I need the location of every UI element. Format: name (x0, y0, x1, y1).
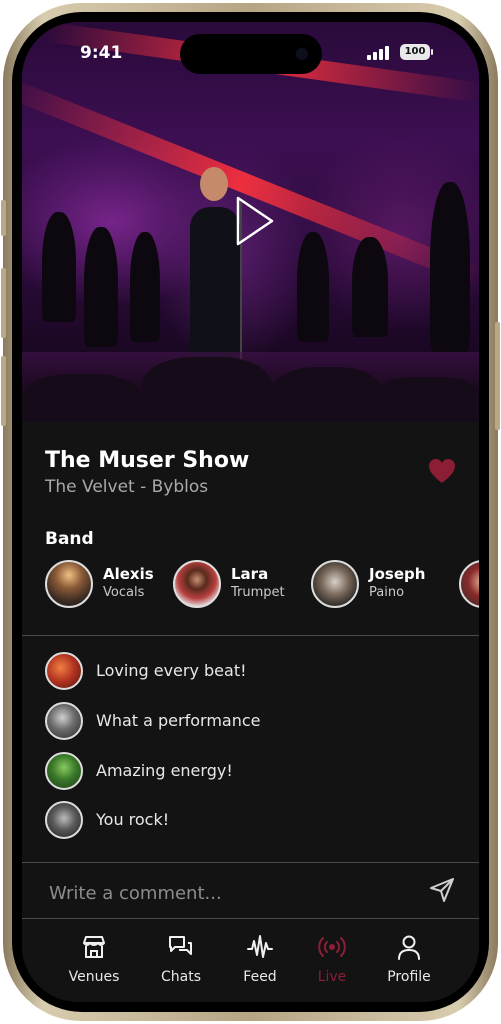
show-title: The Muser Show (45, 448, 250, 473)
comment-item: Amazing energy! (45, 752, 445, 790)
tab-label: Live (317, 969, 347, 985)
user-icon (398, 935, 420, 960)
conductor (430, 182, 470, 352)
favorite-heart-icon[interactable] (428, 458, 456, 484)
audience-silhouette (22, 374, 142, 422)
live-video[interactable]: 9:41 100 (22, 22, 479, 422)
tab-label: Venues (68, 969, 120, 985)
divider (22, 862, 479, 863)
send-icon[interactable] (428, 876, 456, 904)
app-screen: 9:41 100 The Muser Show The Velvet - Byb… (22, 22, 479, 1002)
cellular-signal-icon (367, 46, 389, 60)
show-venue: The Velvet - Byblos (45, 477, 209, 497)
comment-input[interactable] (47, 880, 421, 906)
status-time: 9:41 (80, 43, 123, 63)
orchestra-musician (42, 212, 76, 322)
avatar (173, 560, 221, 608)
member-role: Vocals (103, 585, 145, 600)
divider (22, 635, 479, 636)
orchestra-musician (84, 227, 118, 347)
orchestra-musician (297, 232, 329, 342)
orchestra-musician (130, 232, 160, 342)
camera-icon (296, 48, 308, 60)
member-name: Joseph (369, 565, 426, 583)
chat-bubbles-icon (169, 936, 192, 955)
avatar (459, 560, 479, 608)
tab-profile[interactable]: Profile (371, 933, 447, 993)
member-name: Lara (231, 565, 269, 583)
audience-silhouette (372, 377, 479, 422)
volume-down-button (1, 356, 6, 426)
comment-text: What a performance (96, 711, 261, 730)
broadcast-icon (318, 937, 346, 957)
comment-text: Loving every beat! (96, 661, 247, 680)
band-heading: Band (45, 529, 94, 549)
battery-tip (431, 49, 433, 55)
comment-text: You rock! (96, 810, 170, 829)
tab-venues[interactable]: Venues (56, 933, 132, 993)
member-role: Trumpet (231, 585, 285, 600)
avatar (45, 752, 83, 790)
singer (190, 207, 240, 357)
comment-item: Loving every beat! (45, 652, 445, 690)
comment-item: What a performance (45, 702, 445, 740)
member-role: Paino (369, 585, 405, 600)
avatar (45, 652, 83, 690)
action-button (1, 200, 6, 236)
play-icon[interactable] (235, 196, 275, 246)
volume-up-button (1, 268, 6, 338)
orchestra-musician (352, 237, 388, 337)
avatar (311, 560, 359, 608)
avatar (45, 560, 93, 608)
audience-silhouette (272, 367, 382, 422)
tab-label: Feed (243, 969, 277, 985)
tab-label: Profile (387, 969, 431, 985)
tab-feed[interactable]: Feed (222, 933, 298, 993)
band-members-list[interactable]: Alexis Vocals Lara Trumpet Joseph Paino (45, 559, 479, 609)
store-icon (83, 936, 105, 958)
audience-silhouette (142, 357, 272, 422)
bottom-tab-bar: Venues Chats Feed Live Profile (22, 919, 479, 1002)
tab-chats[interactable]: Chats (143, 933, 219, 993)
dynamic-island (180, 34, 322, 74)
avatar (45, 702, 83, 740)
tab-label: Chats (160, 969, 201, 985)
tab-live[interactable]: Live (294, 933, 370, 993)
waveform-icon (247, 935, 273, 958)
power-button (495, 322, 500, 430)
battery-icon: 100 (400, 44, 430, 60)
member-name: Alexis (103, 565, 154, 583)
comment-item: You rock! (45, 801, 445, 839)
singer-head (200, 167, 228, 201)
avatar (45, 801, 83, 839)
comment-text: Amazing energy! (96, 761, 233, 780)
